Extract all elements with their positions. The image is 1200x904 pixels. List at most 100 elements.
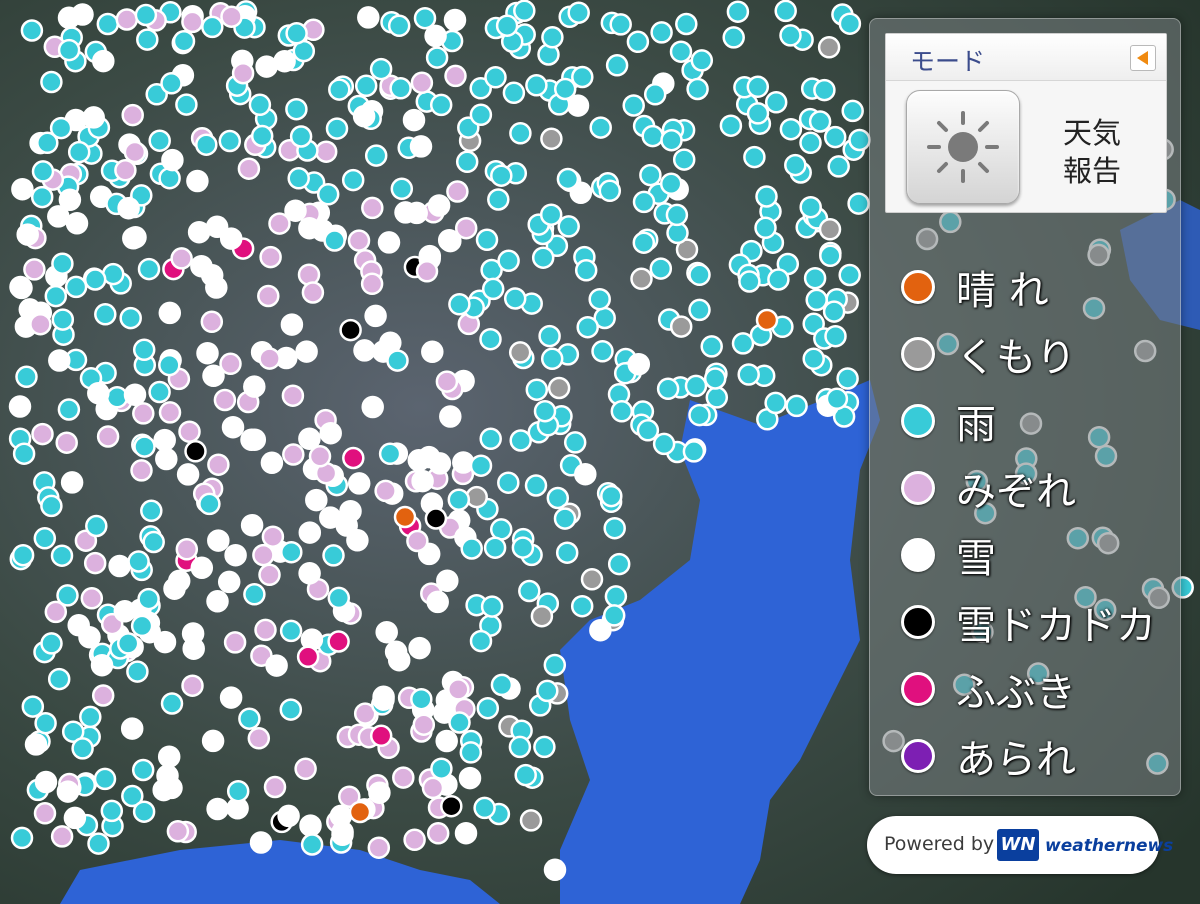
weather-station-marker[interactable] (502, 81, 526, 105)
weather-station-marker[interactable] (589, 618, 612, 642)
weather-station-marker[interactable] (127, 550, 150, 573)
weather-station-marker[interactable] (155, 447, 178, 471)
weather-station-marker[interactable] (609, 13, 632, 36)
weather-station-marker[interactable] (327, 630, 350, 653)
weather-station-marker[interactable] (152, 778, 175, 802)
weather-station-marker[interactable] (487, 188, 510, 211)
weather-station-marker[interactable] (284, 199, 307, 222)
collapse-panel-button[interactable] (1130, 45, 1156, 71)
weather-station-marker[interactable] (824, 324, 847, 348)
weather-station-marker[interactable] (186, 169, 209, 193)
weather-station-marker[interactable] (408, 636, 431, 660)
weather-station-marker[interactable] (825, 387, 849, 411)
weather-station-marker[interactable] (347, 472, 371, 495)
weather-station-marker[interactable] (823, 125, 847, 149)
weather-station-marker[interactable] (424, 24, 447, 48)
weather-station-marker[interactable] (369, 57, 393, 81)
weather-station-marker[interactable] (175, 93, 198, 116)
weather-station-marker[interactable] (201, 729, 225, 753)
weather-station-marker[interactable] (600, 484, 623, 508)
weather-station-marker[interactable] (539, 203, 563, 226)
weather-station-marker[interactable] (134, 3, 158, 27)
weather-station-marker[interactable] (136, 28, 159, 51)
weather-station-marker[interactable] (115, 8, 139, 31)
weather-station-marker[interactable] (153, 428, 176, 452)
weather-station-marker[interactable] (556, 167, 580, 191)
weather-station-marker[interactable] (85, 514, 108, 538)
weather-station-marker[interactable] (335, 514, 358, 537)
weather-station-marker[interactable] (201, 15, 224, 39)
weather-station-marker[interactable] (60, 471, 84, 494)
weather-station-marker[interactable] (483, 536, 507, 559)
weather-station-marker[interactable] (247, 727, 271, 750)
weather-station-marker[interactable] (305, 488, 328, 512)
weather-station-marker[interactable] (33, 527, 57, 550)
weather-station-marker[interactable] (808, 110, 832, 133)
weather-station-marker[interactable] (126, 660, 149, 683)
weather-station-marker[interactable] (802, 347, 825, 371)
weather-station-marker[interactable] (682, 440, 706, 463)
weather-station-marker[interactable] (805, 288, 828, 312)
weather-station-marker[interactable] (23, 258, 46, 281)
weather-station-marker[interactable] (389, 77, 412, 100)
weather-station-marker[interactable] (622, 94, 645, 117)
weather-station-marker[interactable] (254, 618, 277, 642)
weather-station-marker[interactable] (479, 327, 502, 351)
weather-station-marker[interactable] (282, 443, 305, 466)
weather-station-marker[interactable] (571, 65, 594, 89)
weather-station-marker[interactable] (243, 375, 266, 398)
weather-station-marker[interactable] (121, 103, 144, 127)
weather-station-marker[interactable] (424, 507, 448, 530)
weather-station-marker[interactable] (100, 799, 124, 823)
weather-station-marker[interactable] (167, 569, 191, 593)
weather-station-marker[interactable] (525, 378, 549, 401)
weather-station-marker[interactable] (178, 420, 201, 443)
weather-station-marker[interactable] (567, 1, 590, 24)
weather-station-marker[interactable] (437, 228, 461, 252)
weather-station-marker[interactable] (574, 259, 598, 282)
weather-station-marker[interactable] (200, 310, 224, 334)
weather-station-marker[interactable] (360, 272, 384, 296)
weather-station-marker[interactable] (91, 684, 115, 707)
weather-station-marker[interactable] (116, 632, 140, 655)
weather-station-marker[interactable] (541, 26, 564, 49)
weather-station-marker[interactable] (514, 763, 537, 787)
weather-station-marker[interactable] (132, 402, 155, 425)
weather-station-marker[interactable] (170, 247, 193, 270)
weather-station-marker[interactable] (44, 284, 68, 308)
weather-station-marker[interactable] (489, 518, 513, 541)
weather-station-marker[interactable] (329, 804, 353, 828)
weather-station-marker[interactable] (361, 395, 384, 419)
weather-station-marker[interactable] (122, 227, 145, 250)
weather-station-marker[interactable] (446, 180, 469, 203)
weather-station-marker[interactable] (731, 332, 755, 355)
weather-station-marker[interactable] (224, 543, 247, 567)
weather-station-marker[interactable] (142, 530, 165, 554)
weather-station-marker[interactable] (175, 538, 199, 561)
weather-station-marker[interactable] (172, 29, 196, 53)
weather-station-marker[interactable] (686, 77, 709, 101)
weather-station-marker[interactable] (296, 645, 320, 669)
weather-station-marker[interactable] (219, 686, 243, 709)
weather-station-marker[interactable] (369, 724, 393, 748)
weather-station-marker[interactable] (392, 766, 415, 789)
weather-station-marker[interactable] (285, 22, 308, 45)
weather-station-marker[interactable] (459, 741, 483, 764)
weather-station-marker[interactable] (746, 102, 770, 125)
weather-station-marker[interactable] (153, 630, 177, 654)
weather-station-marker[interactable] (563, 431, 587, 454)
weather-station-marker[interactable] (123, 140, 147, 164)
weather-station-marker[interactable] (15, 365, 38, 389)
weather-station-marker[interactable] (429, 93, 453, 117)
weather-station-marker[interactable] (190, 254, 213, 278)
weather-station-marker[interactable] (737, 363, 760, 386)
weather-station-marker[interactable] (120, 717, 144, 740)
weather-station-marker[interactable] (469, 454, 493, 477)
weather-station-marker[interactable] (158, 166, 181, 190)
weather-station-marker[interactable] (484, 66, 507, 89)
weather-station-marker[interactable] (196, 341, 219, 365)
weather-station-marker[interactable] (213, 388, 237, 412)
weather-station-marker[interactable] (785, 394, 808, 418)
weather-station-marker[interactable] (258, 563, 281, 587)
weather-station-marker[interactable] (65, 212, 89, 235)
